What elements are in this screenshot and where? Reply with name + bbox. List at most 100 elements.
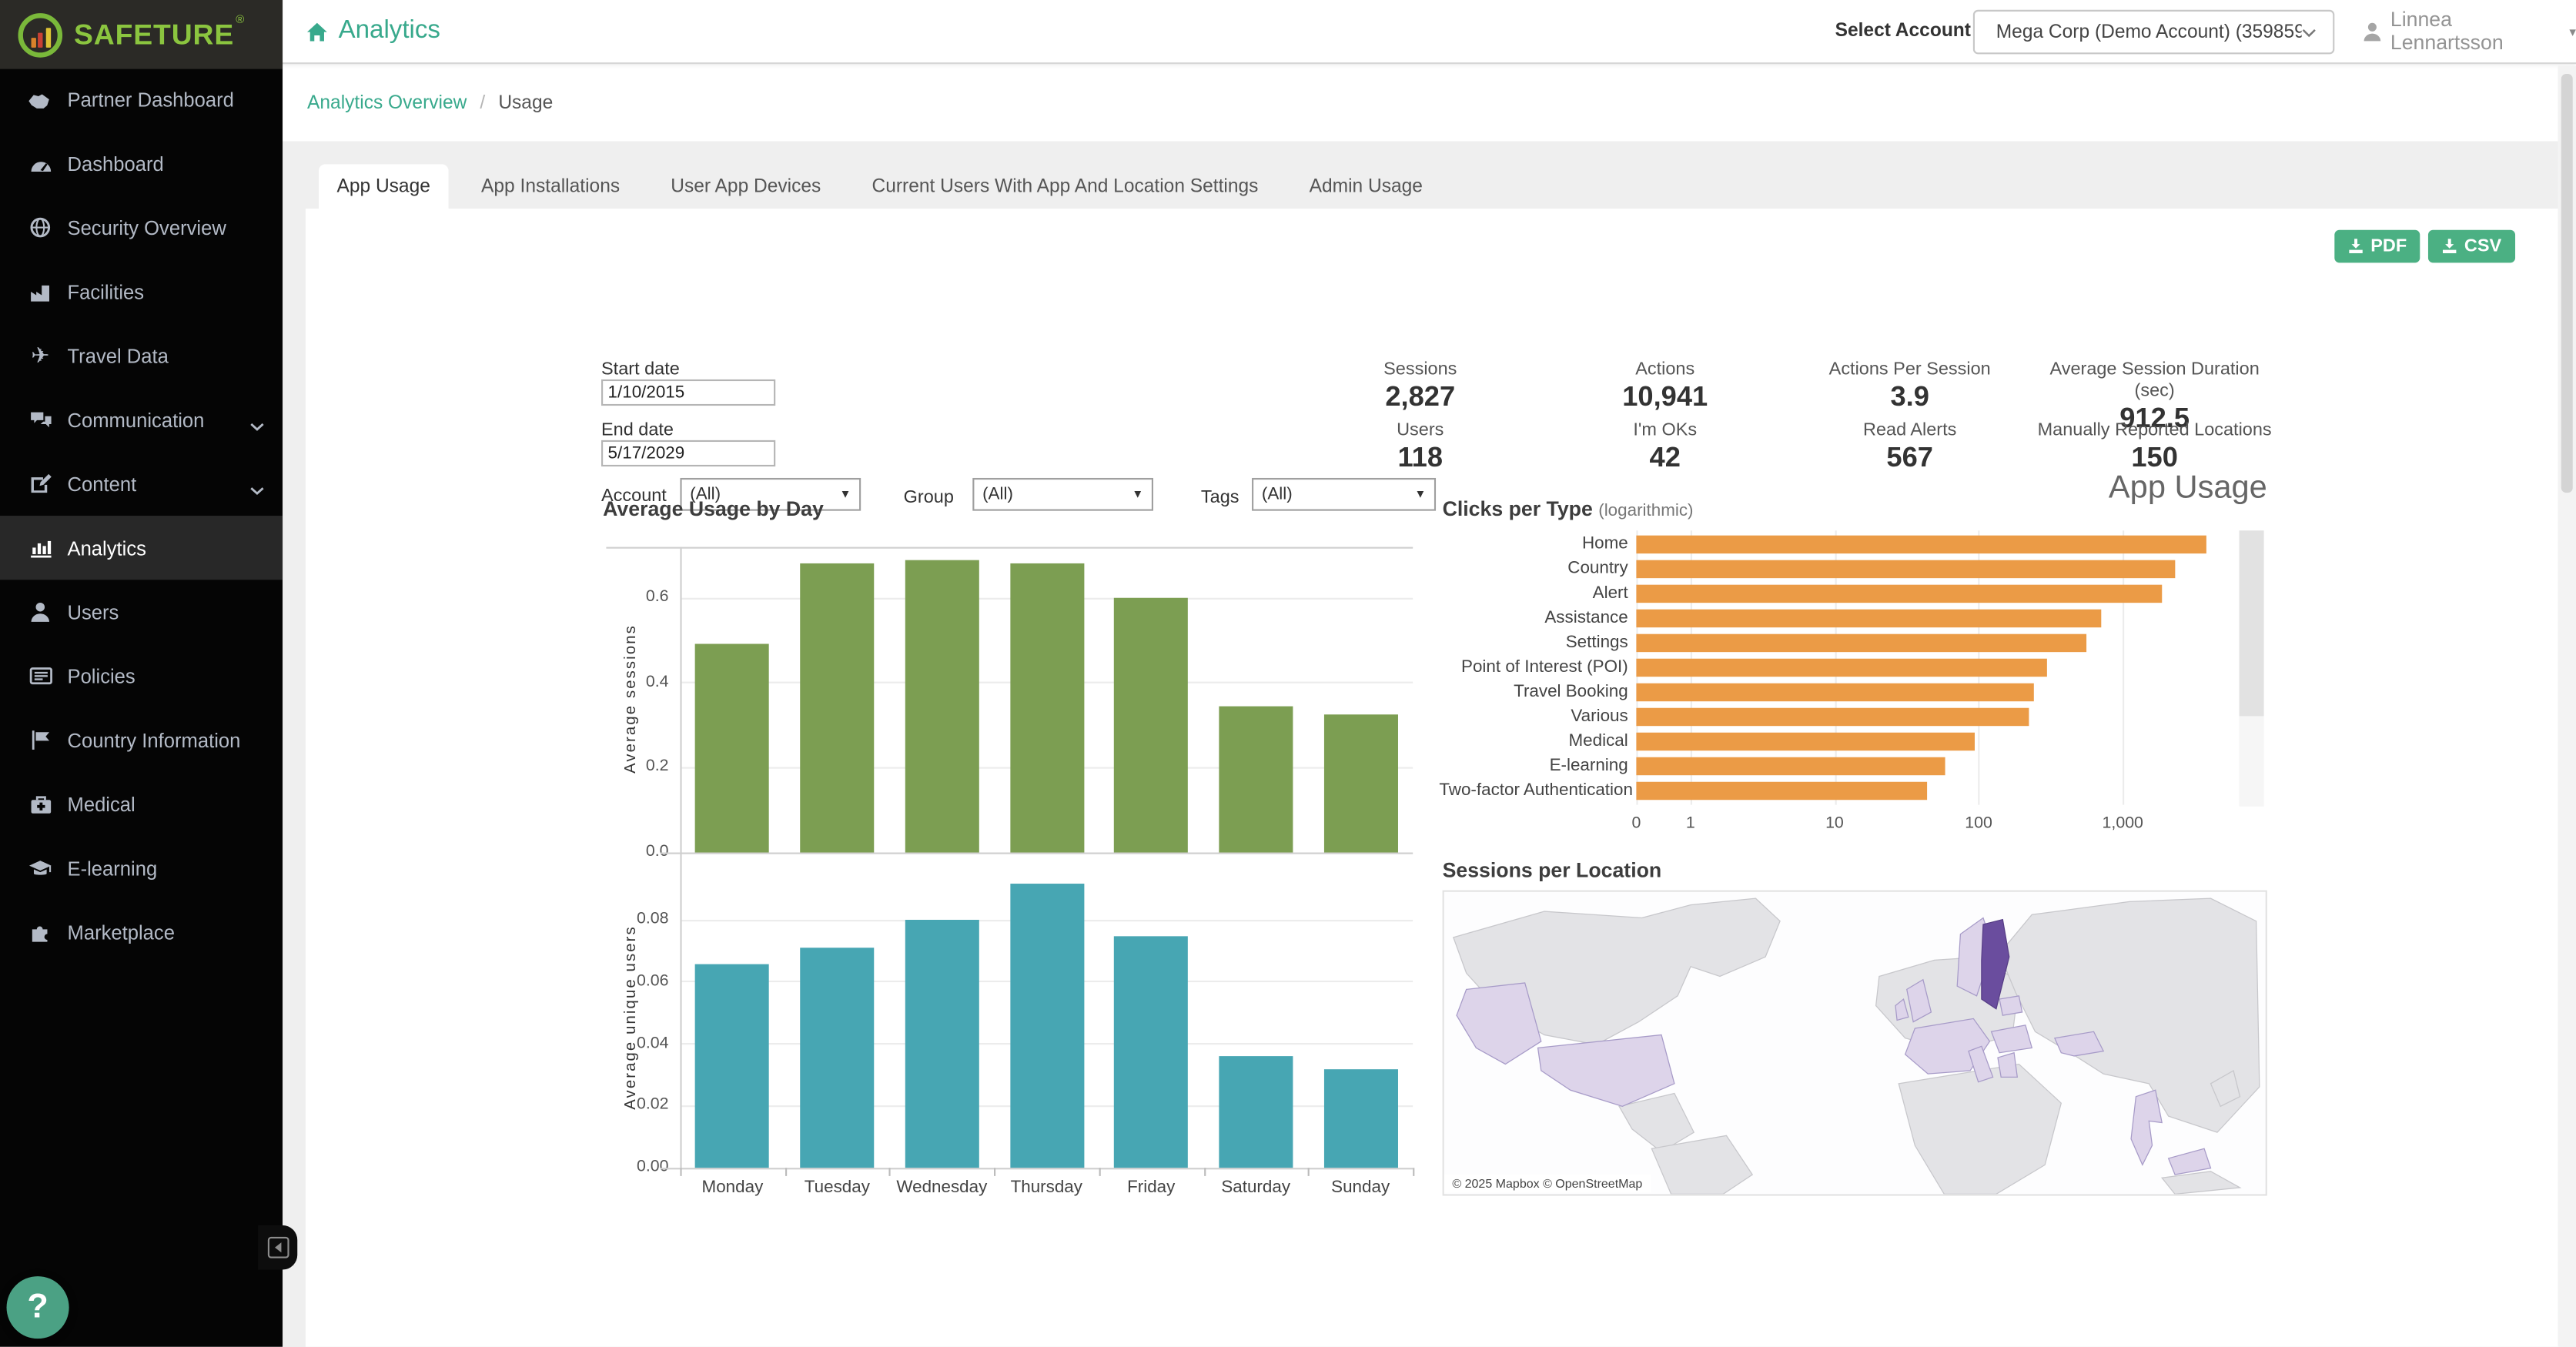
caret-down-icon: ▾: [2569, 24, 2576, 38]
x-tick-label: 100: [1938, 814, 2020, 832]
breadcrumb-separator: /: [480, 93, 485, 113]
bar-category-label: Point of Interest (POI): [1439, 657, 1628, 677]
sessions-map[interactable]: © 2025 Mapbox © OpenStreetMap: [1443, 891, 2267, 1196]
brand-name: SAFETURE: [74, 17, 234, 52]
x-tick-label: 1: [1649, 814, 1731, 832]
bar: [1636, 536, 2206, 553]
sidebar-item-label: Users: [67, 600, 119, 623]
sidebar-item-label: Travel Data: [67, 344, 168, 367]
chevron-down-icon: [249, 414, 264, 437]
bar: [1636, 757, 1944, 775]
bar: [1636, 659, 2047, 677]
comments-icon: [28, 407, 52, 432]
bar-category-label: E-learning: [1439, 755, 1628, 775]
x-tick-label: 10: [1794, 814, 1876, 832]
page-title: Analytics: [306, 0, 440, 62]
tab-app-installations[interactable]: App Installations: [463, 164, 638, 209]
world-map[interactable]: [1444, 892, 2266, 1195]
tab-label: User App Devices: [671, 176, 821, 196]
user-menu[interactable]: Linnea Lennartsson ▾: [2363, 0, 2576, 62]
chart-scrollbar-thumb[interactable]: [2240, 530, 2264, 716]
sidebar-item-e-learning[interactable]: E-learning: [0, 836, 283, 900]
gauge-icon: [28, 151, 52, 175]
graduation-cap-icon: [28, 856, 52, 881]
brand-logo[interactable]: SAFETURE ®: [0, 0, 283, 69]
bar-category-label: Assistance: [1439, 607, 1628, 627]
sidebar-item-medical[interactable]: Medical: [0, 772, 283, 836]
topbar: Analytics Select Account Mega Corp (Demo…: [283, 0, 2576, 64]
sidebar-item-label: Partner Dashboard: [67, 88, 233, 111]
scrollbar-thumb[interactable]: [2561, 74, 2573, 493]
sidebar-item-users[interactable]: Users: [0, 580, 283, 643]
sidebar-item-label: Marketplace: [67, 921, 175, 944]
sidebar-item-communication[interactable]: Communication: [0, 388, 283, 452]
map-attribution: © 2025 Mapbox © OpenStreetMap: [1444, 1175, 1651, 1192]
sidebar-item-label: Dashboard: [67, 152, 163, 175]
sidebar-item-partner-dashboard[interactable]: Partner Dashboard: [0, 67, 283, 131]
sidebar-nav: Partner Dashboard Dashboard Security Overv…: [0, 67, 283, 964]
sidebar: SAFETURE ® Partner Dashboard Dashboard Sec…: [0, 0, 283, 1347]
bar: [1636, 708, 2029, 726]
bar-category-label: Settings: [1439, 631, 1628, 651]
sidebar-item-label: Country Information: [67, 728, 240, 751]
tab-label: Current Users With App And Location Sett…: [871, 176, 1258, 196]
sidebar-item-country-information[interactable]: Country Information: [0, 708, 283, 772]
sidebar-item-facilities[interactable]: Facilities: [0, 259, 283, 323]
tab-label: Admin Usage: [1310, 176, 1423, 196]
sidebar-item-travel-data[interactable]: ✈ Travel Data: [0, 323, 283, 387]
sidebar-item-label: Policies: [67, 664, 135, 687]
sidebar-item-label: Security Overview: [67, 216, 226, 239]
edit-icon: [28, 471, 52, 496]
account-select-value: Mega Corp (Demo Account) (3598591): [1996, 22, 2302, 42]
select-account-label: Select Account: [1835, 22, 1971, 42]
globe-icon: [28, 216, 52, 240]
registered-mark: ®: [236, 15, 244, 26]
bar-category-label: Various: [1439, 706, 1628, 726]
sidebar-item-dashboard[interactable]: Dashboard: [0, 132, 283, 196]
sidebar-item-analytics[interactable]: Analytics: [0, 516, 283, 580]
help-button[interactable]: ?: [7, 1276, 69, 1339]
sidebar-item-label: Communication: [67, 408, 204, 431]
sidebar-item-marketplace[interactable]: Marketplace: [0, 900, 283, 964]
bar-category-label: Country: [1439, 557, 1628, 577]
breadcrumb: Analytics Overview / Usage: [283, 64, 2576, 141]
tab-bar: App Usage App Installations User App Devic…: [319, 164, 1440, 209]
sidebar-item-label: Medical: [67, 793, 135, 816]
bar-chart-icon: [28, 536, 52, 560]
app-root: SAFETURE ® Partner Dashboard Dashboard Sec…: [0, 0, 2576, 1347]
breadcrumb-current: Usage: [498, 93, 553, 113]
plane-icon: ✈: [28, 343, 52, 368]
bar: [1636, 733, 1975, 750]
sidebar-item-security-overview[interactable]: Security Overview: [0, 196, 283, 259]
account-select[interactable]: Mega Corp (Demo Account) (3598591): [1973, 10, 2334, 55]
sidebar-item-policies[interactable]: Policies: [0, 644, 283, 708]
tab-label: App Usage: [336, 176, 430, 196]
tab-label: App Installations: [481, 176, 620, 196]
page-scrollbar[interactable]: [2558, 65, 2576, 1346]
sidebar-item-label: Content: [67, 473, 136, 496]
content-panel: PDF CSV Account (All) ▼ Group (All) ▼ Ta…: [306, 209, 2560, 1347]
bar-category-label: Two-factor Authentication: [1439, 780, 1628, 800]
tab-app-usage[interactable]: App Usage: [319, 164, 448, 209]
factory-icon: [28, 279, 52, 304]
sidebar-item-label: Facilities: [67, 280, 144, 303]
flag-icon: [28, 727, 52, 752]
sidebar-item-label: E-learning: [67, 857, 157, 880]
bar-category-label: Travel Booking: [1439, 681, 1628, 701]
sidebar-collapse-button[interactable]: [258, 1225, 297, 1270]
bar: [1636, 634, 2086, 652]
tab-admin-usage[interactable]: Admin Usage: [1291, 164, 1440, 209]
handshake-icon: [28, 87, 52, 112]
tab-user-app-devices[interactable]: User App Devices: [653, 164, 839, 209]
bar: [1636, 560, 2175, 578]
sidebar-item-content[interactable]: Content: [0, 452, 283, 516]
bar: [1636, 782, 1927, 800]
sidebar-item-label: Analytics: [67, 536, 146, 560]
user-name: Linnea Lennartsson: [2390, 8, 2561, 55]
safeture-logo-icon: [18, 12, 62, 57]
medkit-icon: [28, 792, 52, 817]
collapse-left-icon: [267, 1237, 289, 1258]
breadcrumb-link[interactable]: Analytics Overview: [307, 93, 467, 113]
tab-current-users-with-app-and-location-settings[interactable]: Current Users With App And Location Sett…: [854, 164, 1276, 209]
x-tick-label: 1,000: [2082, 814, 2164, 832]
